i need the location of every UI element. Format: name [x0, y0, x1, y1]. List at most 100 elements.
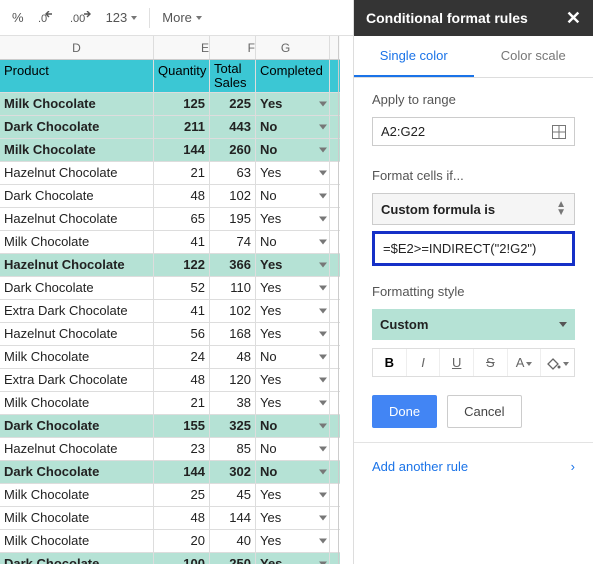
cell-total-sales[interactable]: 74	[210, 231, 256, 253]
dropdown-icon[interactable]	[319, 217, 327, 222]
cell-completed[interactable]: No	[256, 116, 330, 138]
cell-total-sales[interactable]: 85	[210, 438, 256, 460]
cell-product[interactable]: Hazelnut Chocolate	[0, 162, 154, 184]
cell-product[interactable]: Milk Chocolate	[0, 507, 154, 529]
cell-total-sales[interactable]: 325	[210, 415, 256, 437]
table-row[interactable]: Dark Chocolate52110Yes	[0, 277, 340, 300]
range-input[interactable]: A2:G22	[372, 117, 575, 146]
cell-completed[interactable]: Yes	[256, 93, 330, 115]
cell-quantity[interactable]: 100	[154, 553, 210, 564]
cell-product[interactable]: Dark Chocolate	[0, 553, 154, 564]
cell-total-sales[interactable]: 443	[210, 116, 256, 138]
cell-completed[interactable]: No	[256, 461, 330, 483]
cell-quantity[interactable]: 48	[154, 507, 210, 529]
dropdown-icon[interactable]	[319, 171, 327, 176]
col-header-f[interactable]: F	[210, 36, 256, 59]
cell-quantity[interactable]: 25	[154, 484, 210, 506]
cell-quantity[interactable]: 52	[154, 277, 210, 299]
table-row[interactable]: Milk Chocolate2545Yes	[0, 484, 340, 507]
cell-completed[interactable]: Yes	[256, 208, 330, 230]
fill-color-button[interactable]	[541, 349, 574, 376]
decrease-decimal-button[interactable]: .0	[32, 7, 62, 29]
cell-total-sales[interactable]: 250	[210, 553, 256, 564]
cell-product[interactable]: Extra Dark Chocolate	[0, 369, 154, 391]
cell-quantity[interactable]: 122	[154, 254, 210, 276]
dropdown-icon[interactable]	[319, 309, 327, 314]
cell-total-sales[interactable]: 260	[210, 139, 256, 161]
dropdown-icon[interactable]	[319, 493, 327, 498]
cell-completed[interactable]: No	[256, 438, 330, 460]
cell-completed[interactable]: Yes	[256, 323, 330, 345]
cell-quantity[interactable]: 144	[154, 461, 210, 483]
dropdown-icon[interactable]	[319, 470, 327, 475]
style-select[interactable]: Custom	[372, 309, 575, 340]
cell-completed[interactable]: Yes	[256, 484, 330, 506]
dropdown-icon[interactable]	[319, 424, 327, 429]
cell-total-sales[interactable]: 63	[210, 162, 256, 184]
cell-quantity[interactable]: 48	[154, 185, 210, 207]
cell-quantity[interactable]: 211	[154, 116, 210, 138]
formula-input[interactable]: =$E2>=INDIRECT("2!G2")	[372, 231, 575, 266]
table-row[interactable]: Milk Chocolate48144Yes	[0, 507, 340, 530]
table-row[interactable]: Hazelnut Chocolate2163Yes	[0, 162, 340, 185]
tab-single-color[interactable]: Single color	[354, 36, 474, 77]
cell-total-sales[interactable]: 48	[210, 346, 256, 368]
table-row[interactable]: Extra Dark Chocolate41102Yes	[0, 300, 340, 323]
text-color-button[interactable]: A	[508, 349, 542, 376]
cell-total-sales[interactable]: 225	[210, 93, 256, 115]
condition-select[interactable]: Custom formula is ▲▼	[372, 193, 575, 225]
cell-product[interactable]: Hazelnut Chocolate	[0, 323, 154, 345]
cell-product[interactable]: Milk Chocolate	[0, 392, 154, 414]
cell-completed[interactable]: Yes	[256, 300, 330, 322]
strike-button[interactable]: S	[474, 349, 508, 376]
underline-button[interactable]: U	[440, 349, 474, 376]
cell-quantity[interactable]: 24	[154, 346, 210, 368]
table-row[interactable]: Hazelnut Chocolate56168Yes	[0, 323, 340, 346]
table-row[interactable]: Hazelnut Chocolate65195Yes	[0, 208, 340, 231]
cell-product[interactable]: Dark Chocolate	[0, 461, 154, 483]
done-button[interactable]: Done	[372, 395, 437, 428]
cell-product[interactable]: Dark Chocolate	[0, 185, 154, 207]
cell-total-sales[interactable]: 45	[210, 484, 256, 506]
cell-completed[interactable]: Yes	[256, 507, 330, 529]
cell-completed[interactable]: No	[256, 415, 330, 437]
cell-total-sales[interactable]: 40	[210, 530, 256, 552]
close-icon[interactable]: ✕	[566, 8, 581, 29]
cell-completed[interactable]: Yes	[256, 530, 330, 552]
table-row[interactable]: Dark Chocolate155325No	[0, 415, 340, 438]
dropdown-icon[interactable]	[319, 516, 327, 521]
cell-quantity[interactable]: 23	[154, 438, 210, 460]
cell-total-sales[interactable]: 144	[210, 507, 256, 529]
col-header-g[interactable]: G	[256, 36, 330, 59]
cell-quantity[interactable]: 20	[154, 530, 210, 552]
table-row[interactable]: Milk Chocolate4174No	[0, 231, 340, 254]
dropdown-icon[interactable]	[319, 125, 327, 130]
cell-completed[interactable]: Yes	[256, 162, 330, 184]
col-header-d[interactable]: D	[0, 36, 154, 59]
cell-product[interactable]: Milk Chocolate	[0, 530, 154, 552]
table-row[interactable]: Milk Chocolate2138Yes	[0, 392, 340, 415]
cell-quantity[interactable]: 125	[154, 93, 210, 115]
cell-total-sales[interactable]: 120	[210, 369, 256, 391]
dropdown-icon[interactable]	[319, 539, 327, 544]
dropdown-icon[interactable]	[319, 355, 327, 360]
cell-product[interactable]: Dark Chocolate	[0, 415, 154, 437]
add-rule-button[interactable]: Add another rule ›	[372, 457, 575, 482]
cell-quantity[interactable]: 21	[154, 392, 210, 414]
dropdown-icon[interactable]	[319, 447, 327, 452]
dropdown-icon[interactable]	[319, 378, 327, 383]
grid[interactable]: ProductQuantityTotal SalesCompletedMilk …	[0, 60, 340, 564]
cell-product[interactable]: Hazelnut Chocolate	[0, 254, 154, 276]
cell-total-sales[interactable]: 110	[210, 277, 256, 299]
cell-completed[interactable]: No	[256, 139, 330, 161]
italic-button[interactable]: I	[407, 349, 441, 376]
bold-button[interactable]: B	[373, 349, 407, 376]
cell-product[interactable]: Milk Chocolate	[0, 93, 154, 115]
dropdown-icon[interactable]	[319, 401, 327, 406]
table-row[interactable]: Dark Chocolate100250Yes	[0, 553, 340, 564]
cell-product[interactable]: Extra Dark Chocolate	[0, 300, 154, 322]
col-header-e[interactable]: E	[154, 36, 210, 59]
table-row[interactable]: Milk Chocolate125225Yes	[0, 93, 340, 116]
cell-total-sales[interactable]: 38	[210, 392, 256, 414]
cell-completed[interactable]: Yes	[256, 277, 330, 299]
